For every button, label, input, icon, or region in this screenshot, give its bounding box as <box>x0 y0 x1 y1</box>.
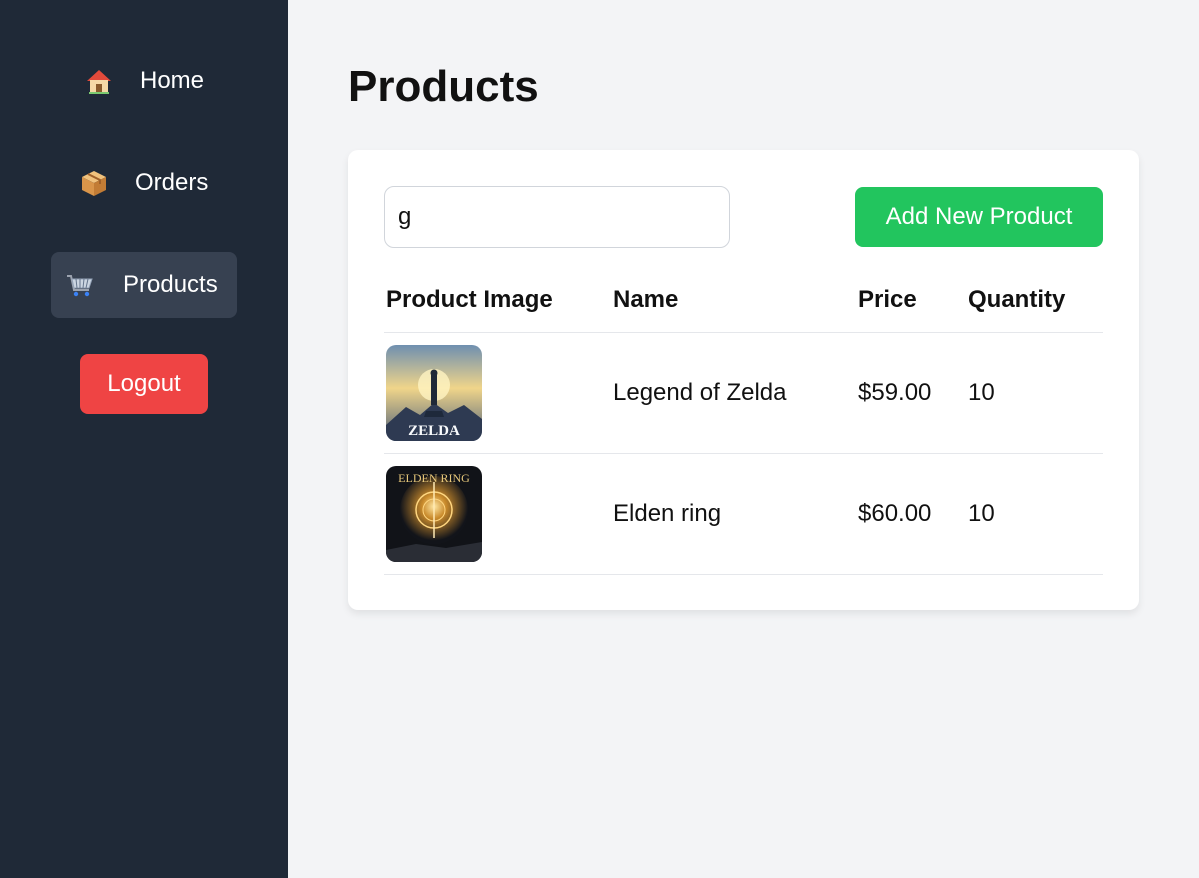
add-product-button[interactable]: Add New Product <box>855 187 1103 247</box>
table-row[interactable]: ELDEN RING Elden ring $60.00 10 <box>384 454 1103 575</box>
column-header-image: Product Image <box>386 286 553 313</box>
product-image-cell: ZELDA <box>386 333 482 453</box>
product-image-zelda: ZELDA <box>386 345 482 441</box>
product-price: $59.00 <box>858 379 932 406</box>
column-header-name: Name <box>613 286 679 313</box>
sidebar-item-orders[interactable]: Orders <box>79 162 208 204</box>
search-input[interactable] <box>384 186 730 248</box>
product-name: Legend of Zelda <box>613 379 787 406</box>
cart-icon <box>65 270 95 300</box>
house-icon <box>84 66 114 96</box>
product-image-elden-ring: ELDEN RING <box>386 466 482 562</box>
divider <box>384 574 1103 575</box>
product-price: $60.00 <box>858 500 932 527</box>
logout-button[interactable]: Logout <box>80 354 208 414</box>
product-image-title: ZELDA <box>408 423 460 439</box>
package-icon <box>79 168 109 198</box>
table-row[interactable]: ZELDA Legend of Zelda $59.00 10 <box>384 333 1103 454</box>
sidebar-item-label: Home <box>140 67 205 94</box>
sidebar-item-label: Products <box>123 271 218 298</box>
sidebar-item-products[interactable]: Products <box>51 252 237 318</box>
page-title: Products <box>348 62 539 111</box>
column-header-quantity: Quantity <box>968 286 1066 313</box>
product-quantity: 10 <box>968 500 995 527</box>
product-name: Elden ring <box>613 500 722 527</box>
sidebar: Home Orders Products Logout <box>0 0 288 878</box>
sidebar-item-home[interactable]: Home <box>84 60 204 102</box>
product-quantity: 10 <box>968 379 995 406</box>
products-card: Add New Product Product Image Name Price… <box>348 150 1139 610</box>
sidebar-item-label: Orders <box>135 169 209 196</box>
product-image-title: ELDEN RING <box>398 471 470 485</box>
product-image-cell: ELDEN RING <box>386 454 482 574</box>
column-header-price: Price <box>858 286 917 313</box>
